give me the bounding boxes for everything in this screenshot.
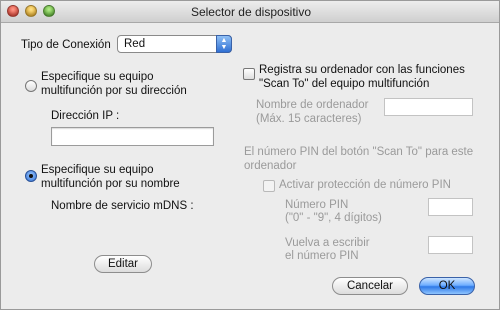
title-bar: Selector de dispositivo <box>1 1 499 23</box>
pin-number-field[interactable] <box>428 198 473 216</box>
connection-type-label: Tipo de Conexión <box>21 39 111 51</box>
ip-address-field[interactable] <box>51 127 214 146</box>
connection-type-select[interactable]: Red ▲ ▼ <box>117 35 232 53</box>
edit-button[interactable]: Editar <box>94 255 152 273</box>
radio-specify-by-ip[interactable] <box>25 80 37 92</box>
popup-arrows-icon: ▲ ▼ <box>216 35 232 53</box>
pin-protection-checkbox[interactable] <box>263 180 275 192</box>
pin-info-line1: El número PIN del botón "Scan To" para e… <box>244 146 474 158</box>
register-scan-to-checkbox[interactable] <box>243 68 255 80</box>
register-label-line1: Registra su ordenador con las funciones <box>259 64 465 76</box>
connection-type-value: Red <box>124 38 146 50</box>
radio-name-label-line1: Especifique su equipo <box>41 164 154 176</box>
mdns-service-name-label: Nombre de servicio mDNS : <box>51 200 194 212</box>
ok-button[interactable]: OK <box>419 277 475 295</box>
ip-address-label: Dirección IP : <box>51 110 120 122</box>
pin-label-line1: Número PIN <box>285 199 349 211</box>
pin-label-line2: ("0" - "9", 4 dígitos) <box>285 212 382 224</box>
computer-name-label-line2: (Máx. 15 caracteres) <box>256 113 362 125</box>
radio-specify-by-name[interactable] <box>25 170 37 182</box>
pin-info-line2: ordenador <box>244 160 297 172</box>
radio-ip-label-line2: multifunción por su dirección <box>41 85 187 97</box>
radio-name-label-line2: multifunción por su nombre <box>41 178 180 190</box>
cancel-button[interactable]: Cancelar <box>332 277 408 295</box>
window-title: Selector de dispositivo <box>190 5 312 19</box>
computer-name-label-line1: Nombre de ordenador <box>256 99 369 111</box>
repin-label-line2: el número PIN <box>285 250 359 262</box>
radio-ip-label-line1: Especifique su equipo <box>41 71 154 83</box>
device-selector-window: Selector de dispositivo Tipo de Conexión… <box>0 0 500 310</box>
register-label-line2: "Scan To" del equipo multifunción <box>259 78 430 90</box>
repin-label-line1: Vuelva a escribir <box>285 237 370 249</box>
computer-name-field[interactable] <box>384 98 473 116</box>
pin-protection-label: Activar protección de número PIN <box>279 179 451 191</box>
repin-number-field[interactable] <box>428 236 473 254</box>
